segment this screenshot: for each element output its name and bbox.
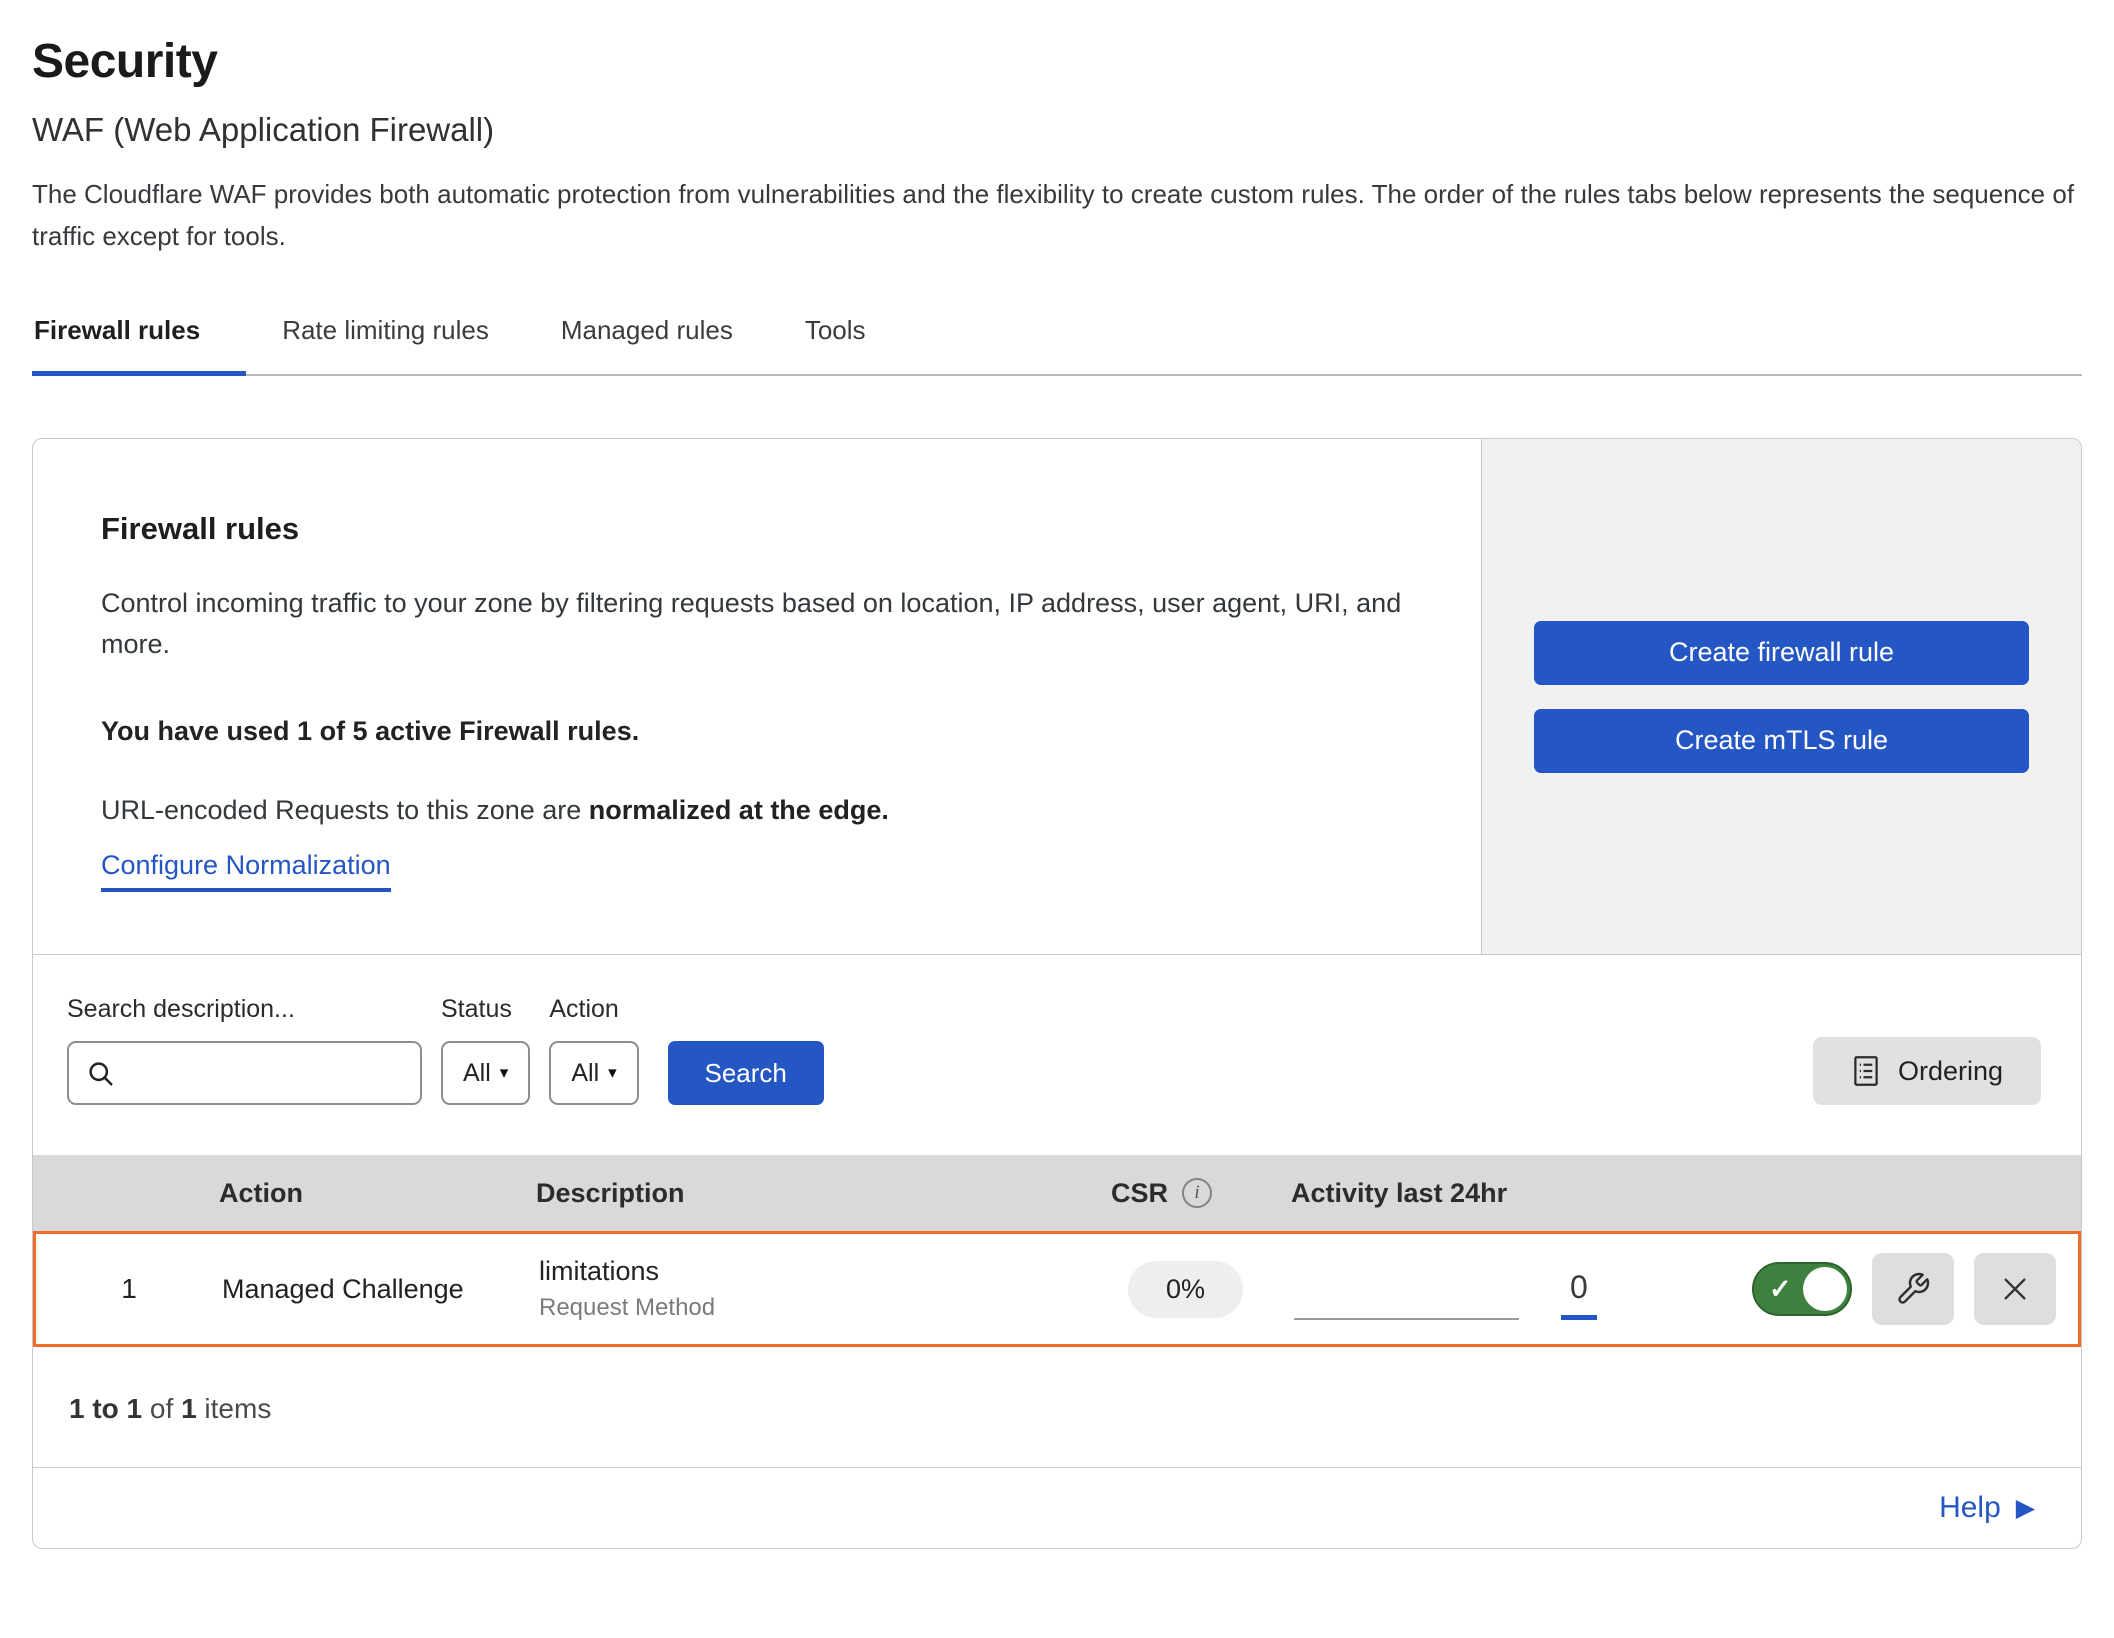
ordering-button-label: Ordering (1898, 1056, 2003, 1087)
tab-rate-limiting-rules[interactable]: Rate limiting rules (246, 299, 525, 374)
header-csr: CSR i (1111, 1178, 1291, 1209)
table-header: Action Description CSR i Activity last 2… (33, 1155, 2081, 1231)
action-field: Action All ▾ (549, 995, 638, 1105)
overview-heading: Firewall rules (101, 511, 1421, 547)
pagination-summary: 1 to 1 of 1 items (33, 1347, 2081, 1468)
rule-expression-summary: Request Method (539, 1294, 1114, 1322)
help-link-label: Help (1939, 1491, 2001, 1525)
close-icon (1999, 1273, 2031, 1305)
help-link[interactable]: Help ▶ (1939, 1491, 2035, 1525)
status-label: Status (441, 995, 530, 1024)
search-label: Search description... (67, 995, 422, 1024)
page-header: Security WAF (Web Application Firewall) … (0, 0, 2114, 257)
tab-tools[interactable]: Tools (769, 299, 902, 374)
firewall-rules-card: Firewall rules Control incoming traffic … (32, 438, 2082, 1549)
header-action: Action (219, 1178, 536, 1209)
overview-content: Firewall rules Control incoming traffic … (33, 439, 1481, 954)
page-title: Security (32, 34, 2082, 89)
chevron-down-icon: ▾ (608, 1063, 617, 1083)
csr-badge: 0% (1128, 1261, 1243, 1318)
status-select[interactable]: All ▾ (441, 1041, 530, 1105)
search-button[interactable]: Search (668, 1041, 824, 1105)
action-select-value: All (571, 1059, 599, 1088)
rule-action: Managed Challenge (222, 1274, 539, 1305)
create-actions-panel: Create firewall rule Create mTLS rule (1481, 439, 2081, 954)
arrow-right-icon: ▶ (2016, 1493, 2035, 1523)
normalization-text-regular: URL-encoded Requests to this zone are (101, 795, 589, 825)
rule-controls: ✓ (1752, 1253, 2078, 1325)
search-input-container (67, 1041, 422, 1105)
search-icon (85, 1058, 115, 1088)
delete-rule-button[interactable] (1974, 1253, 2056, 1325)
status-field: Status All ▾ (441, 995, 530, 1105)
search-input[interactable] (125, 1059, 405, 1088)
overview-section: Firewall rules Control incoming traffic … (33, 439, 2081, 955)
tab-firewall-rules[interactable]: Firewall rules (32, 299, 246, 374)
overview-description: Control incoming traffic to your zone by… (101, 583, 1406, 664)
usage-text: You have used 1 of 5 active Firewall rul… (101, 716, 1421, 747)
items-range: 1 to 1 (69, 1393, 142, 1424)
items-of: of (150, 1393, 173, 1424)
tab-managed-rules[interactable]: Managed rules (525, 299, 769, 374)
create-firewall-rule-button[interactable]: Create firewall rule (1534, 621, 2029, 685)
rule-csr-cell: 0% (1128, 1261, 1243, 1318)
filter-bar: Search description... Status All ▾ Actio… (33, 955, 2081, 1155)
check-icon: ✓ (1769, 1274, 1792, 1305)
rule-description-cell: limitations Request Method (539, 1256, 1114, 1322)
rule-activity-cell: 0 (1294, 1234, 1752, 1344)
help-section: Help ▶ (33, 1468, 2081, 1548)
tab-bar: Firewall rules Rate limiting rules Manag… (32, 299, 2082, 376)
header-activity: Activity last 24hr (1291, 1178, 1749, 1209)
normalization-text: URL-encoded Requests to this zone are no… (101, 795, 1421, 826)
header-description: Description (536, 1178, 1111, 1209)
create-mtls-rule-button[interactable]: Create mTLS rule (1534, 709, 2029, 773)
chevron-down-icon: ▾ (500, 1063, 509, 1083)
action-label: Action (549, 995, 638, 1024)
header-csr-label: CSR (1111, 1178, 1168, 1209)
page-description: The Cloudflare WAF provides both automat… (32, 173, 2082, 257)
activity-sparkline (1294, 1256, 1519, 1320)
edit-rule-button[interactable] (1872, 1253, 1954, 1325)
wrench-icon (1895, 1271, 1931, 1307)
rule-description[interactable]: limitations (539, 1256, 1114, 1287)
configure-normalization-link[interactable]: Configure Normalization (101, 850, 391, 892)
rule-enabled-toggle[interactable]: ✓ (1752, 1262, 1852, 1316)
list-icon (1851, 1054, 1881, 1088)
normalization-text-bold: normalized at the edge. (589, 795, 889, 825)
page-subtitle: WAF (Web Application Firewall) (32, 111, 2082, 149)
status-select-value: All (463, 1059, 491, 1088)
ordering-button[interactable]: Ordering (1813, 1037, 2041, 1105)
search-field: Search description... (67, 995, 422, 1105)
table-row: 1 Managed Challenge limitations Request … (33, 1231, 2081, 1347)
activity-count-link[interactable]: 0 (1561, 1269, 1597, 1320)
items-word: items (204, 1393, 271, 1424)
items-total: 1 (181, 1393, 197, 1424)
rule-priority: 1 (36, 1273, 222, 1305)
info-icon[interactable]: i (1182, 1178, 1212, 1208)
toggle-knob (1803, 1267, 1847, 1311)
action-select[interactable]: All ▾ (549, 1041, 638, 1105)
